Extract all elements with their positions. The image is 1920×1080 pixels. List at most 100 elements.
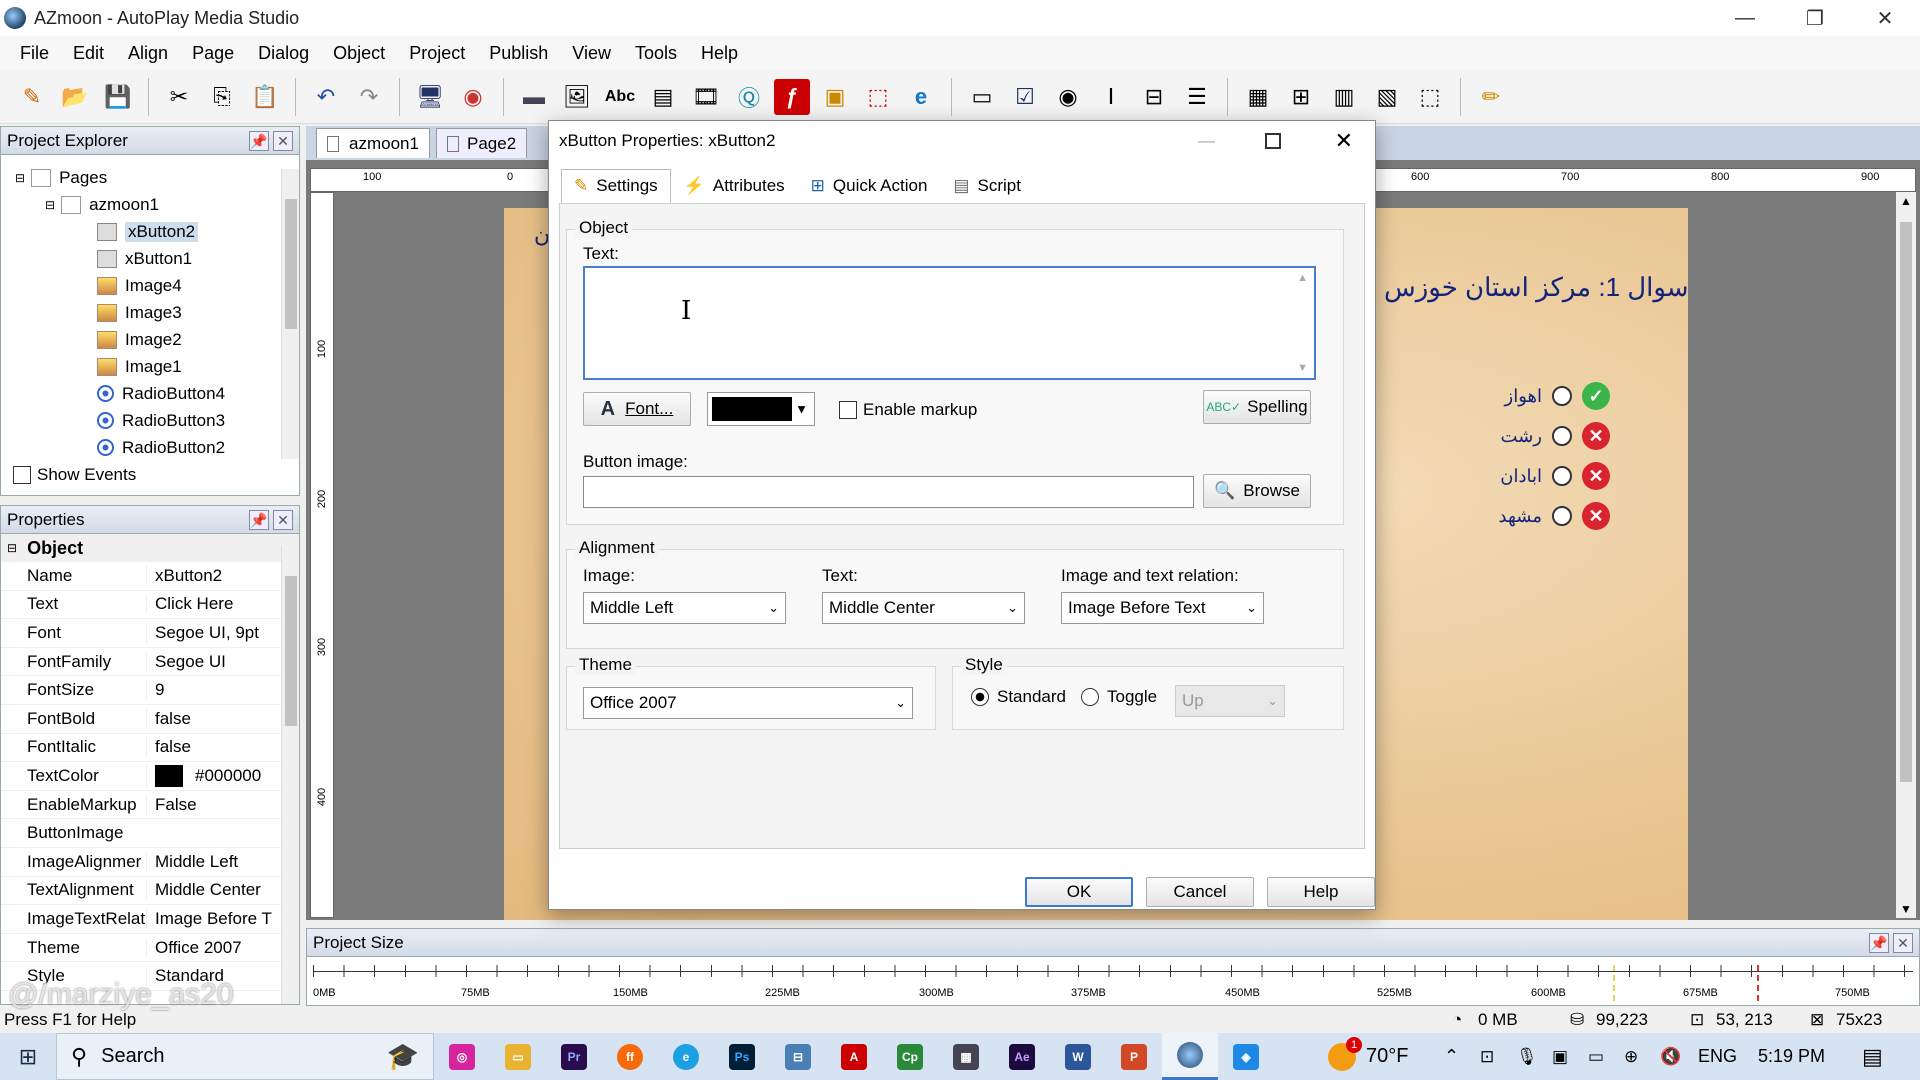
property-row[interactable]: FontBold false xyxy=(1,705,283,734)
property-row[interactable]: FontItalic false xyxy=(1,734,283,763)
richtext-object-icon[interactable]: ▦ xyxy=(1240,79,1276,115)
listbox-object-icon[interactable]: ☰ xyxy=(1179,79,1215,115)
pin-icon[interactable]: 📌 xyxy=(249,131,269,151)
menu-dialog[interactable]: Dialog xyxy=(246,43,321,64)
dialog-maximize-icon[interactable] xyxy=(1265,133,1281,149)
dialog-minimize-icon[interactable]: — xyxy=(1198,131,1215,151)
tree-item-xbutton1[interactable]: xButton1 xyxy=(1,245,281,272)
taskbar-file-explorer[interactable]: ▭ xyxy=(490,1033,546,1080)
taskbar-premiere[interactable]: Pr xyxy=(546,1033,602,1080)
maximize-button[interactable]: ❐ xyxy=(1780,0,1850,36)
wizard-icon[interactable]: ✎ xyxy=(14,79,50,115)
tree-item-azmoon1[interactable]: ⊟ azmoon1 xyxy=(1,191,281,218)
option-radio[interactable] xyxy=(1552,506,1572,526)
taskbar-network[interactable]: ⊟ xyxy=(770,1033,826,1080)
property-row[interactable]: EnableMarkup False xyxy=(1,791,283,820)
help-button[interactable]: Help xyxy=(1267,877,1375,907)
close-button[interactable]: ✕ xyxy=(1850,0,1920,36)
clock[interactable]: 5:19 PM xyxy=(1758,1046,1825,1067)
taskbar-calculator[interactable]: ▦ xyxy=(938,1033,994,1080)
flash-object-icon[interactable]: ƒ xyxy=(774,78,810,115)
close-panel-icon[interactable]: ✕ xyxy=(1893,933,1913,953)
style-standard-radio[interactable]: Standard xyxy=(971,687,1066,707)
button-object-icon[interactable]: ▬ xyxy=(516,79,552,115)
menu-file[interactable]: File xyxy=(8,43,61,64)
property-row[interactable]: ImageTextRelati Image Before T xyxy=(1,905,283,934)
enable-markup-row[interactable]: Enable markup xyxy=(839,400,977,420)
taskbar-camtasia[interactable]: Cp xyxy=(882,1033,938,1080)
tree-item-image4[interactable]: Image4 xyxy=(1,272,281,299)
taskbar-search[interactable]: ⚲ Search 🎓 xyxy=(56,1033,434,1080)
action-center-icon[interactable]: ▤ xyxy=(1862,1044,1883,1070)
close-panel-icon[interactable]: ✕ xyxy=(273,131,293,151)
taskbar-acrobat[interactable]: A xyxy=(826,1033,882,1080)
selection-icon[interactable]: ⬚ xyxy=(1412,79,1448,115)
menu-align[interactable]: Align xyxy=(116,43,180,64)
copy-icon[interactable]: ⎘ xyxy=(204,79,240,115)
progress-object-icon[interactable]: ▥ xyxy=(1326,79,1362,115)
tree-item-radiobutton4[interactable]: RadioButton4 xyxy=(1,380,281,407)
network-globe-icon[interactable]: ⊕ xyxy=(1624,1047,1638,1067)
pin-icon[interactable]: 📌 xyxy=(1869,933,1889,953)
property-row[interactable]: TextColor #000000 xyxy=(1,762,283,791)
weather-widget[interactable]: 1 70°F xyxy=(1328,1036,1408,1071)
browse-button[interactable]: 🔍 Browse xyxy=(1203,474,1311,508)
image-alignment-select[interactable]: Middle Left ⌄ xyxy=(583,592,786,624)
publish-disc-icon[interactable]: ◉ xyxy=(455,79,491,115)
cut-icon[interactable]: ✂ xyxy=(161,79,197,115)
property-row[interactable]: Font Segoe UI, 9pt xyxy=(1,619,283,648)
text-area[interactable]: I ▲ ▼ xyxy=(583,266,1316,380)
show-events-row[interactable]: Show Events xyxy=(13,465,136,485)
paste-icon[interactable]: 📋 xyxy=(247,79,283,115)
tab-script[interactable]: ▤ Script xyxy=(940,169,1034,203)
property-row[interactable]: Theme Office 2007 xyxy=(1,934,283,963)
video-object-icon[interactable]: 🎞 xyxy=(688,79,724,115)
text-color-picker[interactable]: ▼ xyxy=(707,392,815,426)
option-radio[interactable] xyxy=(1552,466,1572,486)
input-object-icon[interactable]: ▭ xyxy=(964,79,1000,115)
property-row[interactable]: Text Click Here xyxy=(1,591,283,620)
spelling-button[interactable]: ABC✓ Spelling xyxy=(1203,390,1311,424)
menu-publish[interactable]: Publish xyxy=(477,43,560,64)
tab-page2[interactable]: Page2 xyxy=(436,128,528,158)
menu-view[interactable]: View xyxy=(560,43,623,64)
taskbar-powerpoint[interactable]: P xyxy=(1106,1033,1162,1080)
preview-icon[interactable]: 🖥 xyxy=(412,79,448,115)
grid-object-icon[interactable]: ⊞ xyxy=(1283,79,1319,115)
dialog-close-icon[interactable]: ✕ xyxy=(1335,128,1353,154)
taskbar-instagram[interactable]: ◎ xyxy=(434,1033,490,1080)
property-row[interactable]: FontSize 9 xyxy=(1,676,283,705)
redo-icon[interactable]: ↷ xyxy=(351,79,387,115)
show-events-checkbox[interactable] xyxy=(13,466,31,484)
pin-icon[interactable]: 📌 xyxy=(249,510,269,530)
style-toggle-radio[interactable]: Toggle xyxy=(1081,687,1157,707)
tray-chevron-icon[interactable]: ⌃ xyxy=(1444,1046,1459,1067)
label-object-icon[interactable]: Abc xyxy=(602,79,638,115)
option-radio[interactable] xyxy=(1552,386,1572,406)
microphone-icon[interactable]: 🎙 xyxy=(1516,1047,1538,1067)
taskbar-firefox[interactable]: ff xyxy=(602,1033,658,1080)
option-radio[interactable] xyxy=(1552,426,1572,446)
paragraph-object-icon[interactable]: ▤ xyxy=(645,79,681,115)
checkbox-object-icon[interactable]: ☑ xyxy=(1007,79,1043,115)
battery-icon[interactable]: ▭ xyxy=(1588,1047,1604,1067)
text-alignment-select[interactable]: Middle Center ⌄ xyxy=(822,592,1025,624)
property-row[interactable]: ButtonImage xyxy=(1,819,283,848)
properties-scrollbar[interactable] xyxy=(281,546,299,1004)
tree-item-radiobutton3[interactable]: RadioButton3 xyxy=(1,407,281,434)
tray-device-icon[interactable]: ▣ xyxy=(1552,1047,1568,1067)
menu-object[interactable]: Object xyxy=(321,43,397,64)
tab-azmoon1[interactable]: azmoon1 xyxy=(316,128,430,158)
taskbar-edge[interactable]: e xyxy=(658,1033,714,1080)
property-row[interactable]: TextAlignment Middle Center xyxy=(1,877,283,906)
taskbar-word[interactable]: W xyxy=(1050,1033,1106,1080)
question-label[interactable]: سوال 1: مرکز استان خوزس xyxy=(1384,272,1689,303)
tree-item-image3[interactable]: Image3 xyxy=(1,299,281,326)
radio-object-icon[interactable]: ◉ xyxy=(1050,79,1086,115)
slideshow-object-icon[interactable]: ▣ xyxy=(817,79,853,115)
pencil-icon[interactable]: ✏ xyxy=(1473,79,1509,115)
quicktime-object-icon[interactable]: Ⓠ xyxy=(731,79,767,115)
save-icon[interactable]: 💾 xyxy=(100,79,136,115)
tree-object-icon[interactable]: ▧ xyxy=(1369,79,1405,115)
tree-item-image1[interactable]: Image1 xyxy=(1,353,281,380)
